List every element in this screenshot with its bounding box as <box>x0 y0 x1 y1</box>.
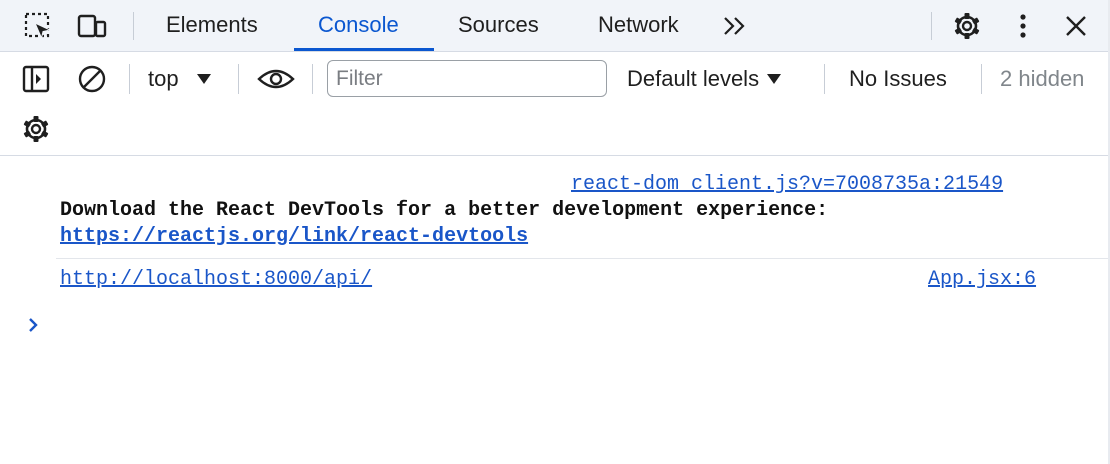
context-select[interactable]: top <box>140 62 211 96</box>
sidebar-toggle-icon[interactable] <box>19 62 53 96</box>
toolbar-separator <box>129 64 130 94</box>
console-settings-gear-icon[interactable] <box>19 112 53 146</box>
close-icon[interactable] <box>1060 10 1092 42</box>
console-messages: react-dom_client.js?v=7008735a:21549 Dow… <box>0 157 1110 464</box>
message-url-link[interactable]: https://reactjs.org/link/react-devtools <box>60 225 528 248</box>
console-prompt-chevron-icon[interactable] <box>26 315 42 335</box>
toolbar-separator <box>981 64 982 94</box>
message-divider <box>56 258 1110 259</box>
console-toolbar: top Default levels No Issues 2 hidden <box>0 52 1110 156</box>
message-source-link[interactable]: App.jsx:6 <box>928 268 1036 291</box>
double-chevron-right-icon[interactable] <box>719 10 751 42</box>
clear-console-icon[interactable] <box>75 62 109 96</box>
tab-elements[interactable]: Elements <box>162 0 262 52</box>
dropdown-caret-icon <box>767 74 782 84</box>
issues-button[interactable]: No Issues <box>849 62 947 96</box>
settings-gear-icon[interactable] <box>951 10 983 42</box>
message-text: Download the React DevTools for a better… <box>60 199 829 222</box>
hidden-messages-count: 2 hidden <box>1000 66 1085 91</box>
toolbar-separator <box>931 12 932 40</box>
tab-console[interactable]: Console <box>314 0 403 52</box>
more-options-icon[interactable] <box>1007 10 1039 42</box>
devtools-tab-bar: Elements Console Sources Network <box>0 0 1110 52</box>
toolbar-separator <box>824 64 825 94</box>
context-select-value: top <box>148 66 179 91</box>
filter-input[interactable] <box>327 60 607 97</box>
toolbar-separator <box>238 64 239 94</box>
active-tab-indicator <box>294 48 434 51</box>
live-expression-eye-icon[interactable] <box>256 62 296 96</box>
log-levels-dropdown[interactable]: Default levels <box>627 62 782 96</box>
log-levels-label: Default levels <box>627 66 760 91</box>
inspect-element-icon[interactable] <box>22 10 54 42</box>
message-source-link[interactable]: react-dom_client.js?v=7008735a:21549 <box>571 173 1003 196</box>
device-toolbar-icon[interactable] <box>76 10 108 42</box>
tab-sources[interactable]: Sources <box>454 0 543 52</box>
tab-network[interactable]: Network <box>594 0 683 52</box>
message-url-link[interactable]: http://localhost:8000/api/ <box>60 268 372 291</box>
toolbar-separator <box>312 64 313 94</box>
dropdown-caret-icon <box>196 74 211 84</box>
toolbar-separator <box>133 12 134 40</box>
